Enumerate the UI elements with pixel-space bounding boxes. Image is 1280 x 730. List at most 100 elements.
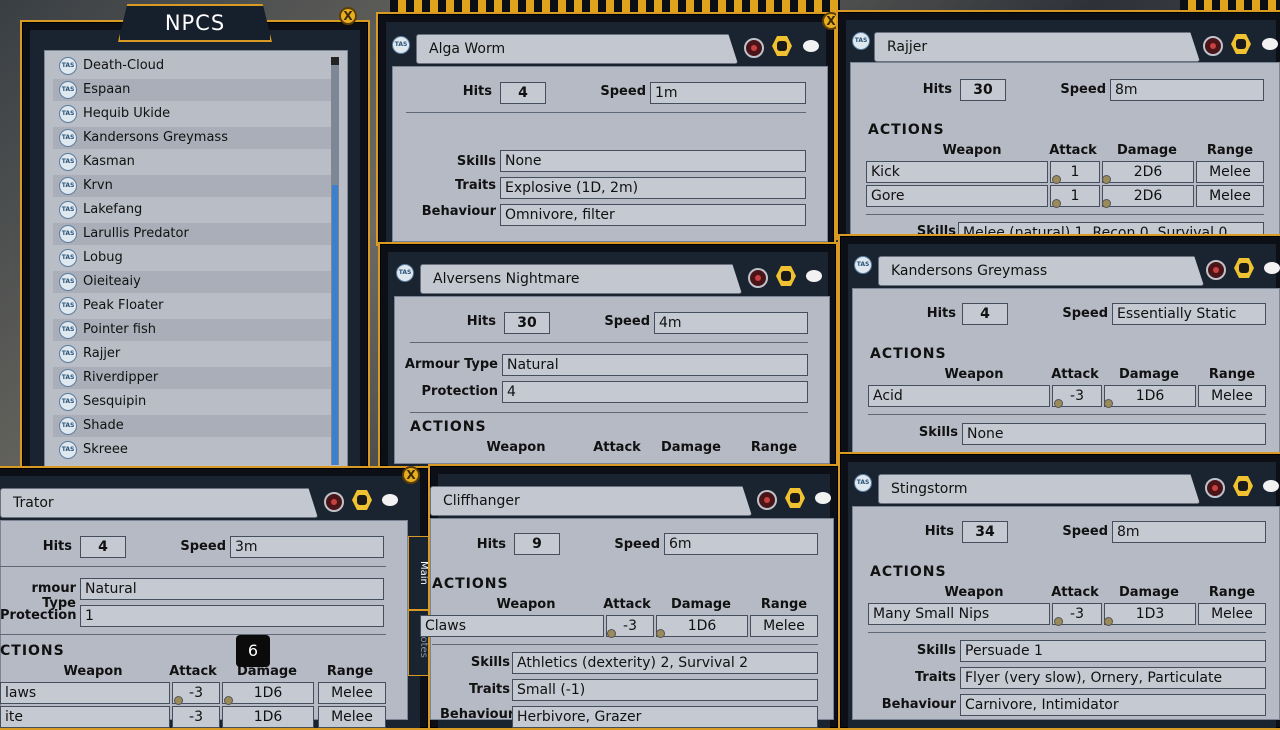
chat-icon[interactable] — [382, 494, 398, 506]
lock-icon[interactable] — [1206, 260, 1226, 280]
hits-field[interactable]: 30 — [960, 79, 1006, 101]
protection-field[interactable]: 4 — [502, 381, 808, 403]
traits-field[interactable]: Flyer (very slow), Ornery, Particulate — [960, 667, 1266, 689]
lock-icon[interactable] — [757, 490, 777, 510]
lock-icon[interactable] — [748, 268, 768, 288]
skills-field[interactable]: Athletics (dexterity) 2, Survival 2 — [512, 652, 818, 674]
damage-cell[interactable]: 1D6 — [222, 706, 314, 728]
range-cell[interactable]: Melee — [1196, 161, 1264, 183]
lock-icon[interactable] — [324, 492, 344, 512]
attack-cell[interactable]: -3 — [172, 706, 220, 728]
range-cell[interactable]: Melee — [1198, 385, 1266, 407]
traits-field[interactable]: Explosive (1D, 2m) — [500, 177, 806, 199]
damage-cell[interactable]: 2D6 — [1102, 161, 1194, 183]
npc-name-field[interactable]: Stingstorm — [878, 474, 1200, 504]
speed-field[interactable]: 8m — [1112, 521, 1266, 543]
weapon-cell[interactable]: Gore — [866, 185, 1048, 207]
list-item[interactable]: TASKrvn — [53, 175, 333, 197]
skills-field[interactable]: None — [500, 150, 806, 172]
lock-icon[interactable] — [1205, 478, 1225, 498]
hits-field[interactable]: 9 — [514, 533, 560, 555]
damage-cell[interactable]: 2D6 — [1102, 185, 1194, 207]
chat-icon[interactable] — [1262, 38, 1278, 50]
list-item[interactable]: TASEspaan — [53, 79, 333, 101]
list-item[interactable]: TASLobug — [53, 247, 333, 269]
protection-field[interactable]: 1 — [80, 605, 384, 627]
list-item[interactable]: TASDeath-Cloud — [53, 55, 333, 77]
behaviour-field[interactable]: Omnivore, filter — [500, 204, 806, 226]
hits-field[interactable]: 4 — [500, 82, 546, 104]
roll-icon[interactable] — [1102, 175, 1111, 184]
npc-name-field[interactable]: Trator — [0, 488, 318, 518]
damage-cell[interactable]: 1D6 — [222, 682, 314, 704]
npc-name-field[interactable]: Kandersons Greymass — [878, 256, 1204, 286]
damage-cell[interactable]: 1D6 — [656, 615, 748, 637]
roll-icon[interactable] — [1102, 199, 1111, 208]
weapon-cell[interactable]: Claws — [420, 615, 604, 637]
npc-name-field[interactable]: Cliffhanger — [430, 486, 752, 516]
chat-icon[interactable] — [806, 270, 822, 282]
weapon-cell[interactable]: laws — [0, 682, 170, 704]
roll-icon[interactable] — [174, 696, 183, 705]
roll-icon[interactable] — [607, 629, 616, 638]
speed-field[interactable]: Essentially Static — [1112, 303, 1266, 325]
traits-field[interactable]: Small (-1) — [512, 679, 818, 701]
roll-icon[interactable] — [1054, 617, 1063, 626]
hits-field[interactable]: 4 — [962, 303, 1008, 325]
npc-list-close-button[interactable]: X — [339, 7, 357, 25]
speed-field[interactable]: 1m — [650, 82, 806, 104]
npc-name-field[interactable]: Alga Worm — [416, 34, 738, 64]
hits-field[interactable]: 4 — [80, 536, 126, 558]
hits-field[interactable]: 30 — [504, 312, 550, 334]
armour-type-field[interactable]: Natural — [502, 354, 808, 376]
behaviour-field[interactable]: Carnivore, Intimidator — [960, 694, 1266, 716]
speed-field[interactable]: 8m — [1110, 79, 1264, 101]
lock-icon[interactable] — [744, 38, 764, 58]
hits-field[interactable]: 34 — [962, 521, 1008, 543]
npc-name-field[interactable]: Rajjer — [874, 32, 1200, 62]
range-cell[interactable]: Melee — [318, 706, 386, 728]
speed-field[interactable]: 6m — [664, 533, 818, 555]
npc-name-field[interactable]: Alversens Nightmare — [420, 264, 742, 294]
speed-field[interactable]: 4m — [654, 312, 808, 334]
skills-field[interactable]: None — [962, 423, 1266, 445]
list-item[interactable]: TASLarullis Predator — [53, 223, 333, 245]
list-item[interactable]: TASPointer fish — [53, 319, 333, 341]
roll-icon[interactable] — [1104, 399, 1113, 408]
damage-cell[interactable]: 1D3 — [1104, 603, 1196, 625]
chat-icon[interactable] — [803, 40, 819, 52]
list-item[interactable]: TASKasman — [53, 151, 333, 173]
list-item[interactable]: TASShade — [53, 415, 333, 437]
lock-icon[interactable] — [1203, 36, 1223, 56]
weapon-cell[interactable]: Acid — [868, 385, 1050, 407]
weapon-cell[interactable]: ite — [0, 706, 170, 728]
roll-icon[interactable] — [1104, 617, 1113, 626]
roll-icon[interactable] — [1052, 199, 1061, 208]
chat-icon[interactable] — [1264, 262, 1280, 274]
range-cell[interactable]: Melee — [318, 682, 386, 704]
list-item[interactable]: TASHequib Ukide — [53, 103, 333, 125]
weapon-cell[interactable]: Many Small Nips — [868, 603, 1050, 625]
list-item[interactable]: TASOieiteaiy — [53, 271, 333, 293]
roll-icon[interactable] — [1052, 175, 1061, 184]
list-item[interactable]: TASRiverdipper — [53, 367, 333, 389]
range-cell[interactable]: Melee — [1196, 185, 1264, 207]
weapon-cell[interactable]: Kick — [866, 161, 1048, 183]
range-cell[interactable]: Melee — [1198, 603, 1266, 625]
npc-list-scrollbar[interactable] — [331, 57, 339, 465]
list-item[interactable]: TASLakefang — [53, 199, 333, 221]
speed-field[interactable]: 3m — [230, 536, 384, 558]
list-item[interactable]: TASRajjer — [53, 343, 333, 365]
roll-icon[interactable] — [656, 629, 665, 638]
roll-icon[interactable] — [1054, 399, 1063, 408]
armour-type-field[interactable]: Natural — [80, 578, 384, 600]
roll-icon[interactable] — [224, 696, 233, 705]
chat-icon[interactable] — [1263, 480, 1279, 492]
list-item[interactable]: TASSesquipin — [53, 391, 333, 413]
damage-cell[interactable]: 1D6 — [1104, 385, 1196, 407]
chat-icon[interactable] — [815, 492, 831, 504]
range-cell[interactable]: Melee — [750, 615, 818, 637]
scrollbar-thumb[interactable] — [332, 185, 338, 465]
list-item[interactable]: TASKandersons Greymass — [53, 127, 333, 149]
close-button[interactable]: X — [402, 466, 420, 484]
